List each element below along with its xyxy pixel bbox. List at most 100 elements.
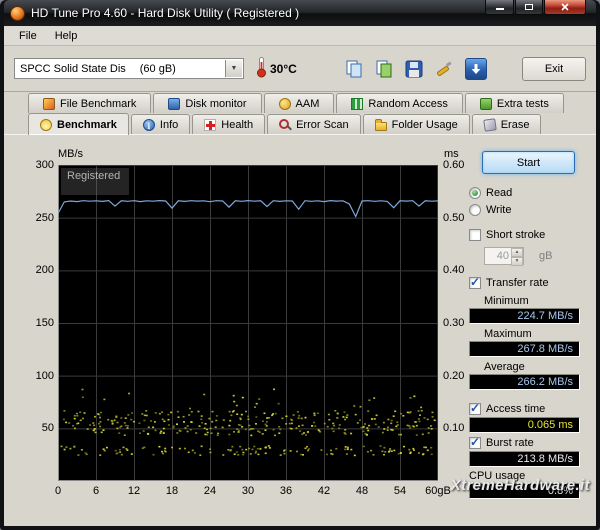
tab-aam[interactable]: AAM xyxy=(263,93,335,113)
radio-unselected-icon xyxy=(469,204,481,216)
tab-label: Disk monitor xyxy=(185,97,247,110)
tab-file-benchmark[interactable]: File Benchmark xyxy=(28,93,152,113)
minimize-button[interactable] xyxy=(485,0,514,15)
x-tick: 24 xyxy=(203,485,217,497)
extra-tests-icon xyxy=(479,97,492,110)
chevron-down-icon[interactable]: ▼ xyxy=(225,60,242,77)
copy-icon xyxy=(346,60,362,77)
x-tick: 54 xyxy=(393,485,407,497)
y-left-tick: 50 xyxy=(41,422,54,435)
temperature-label: 30°C xyxy=(270,61,297,76)
x-tick: 6 xyxy=(92,485,100,497)
y-left-tick: 100 xyxy=(35,369,54,382)
radio-selected-icon xyxy=(469,187,481,199)
read-label: Read xyxy=(486,187,513,199)
copy-image-button[interactable] xyxy=(371,56,397,82)
burst-rate-value: 213.8 MB/s xyxy=(469,451,580,467)
maximum-label: Maximum xyxy=(484,328,532,340)
short-stroke-label: Short stroke xyxy=(486,229,546,241)
benchmark-icon xyxy=(40,118,52,131)
drive-size: (60 gB) xyxy=(139,62,176,75)
disk-monitor-icon xyxy=(168,97,181,110)
window-title: HD Tune Pro 4.60 - Hard Disk Utility ( R… xyxy=(31,6,300,20)
save-button[interactable] xyxy=(401,56,427,82)
access-time-label: Access time xyxy=(486,403,546,415)
hd-tune-app-icon xyxy=(10,5,25,21)
y-left-tick: 150 xyxy=(35,317,54,329)
access-time-checkbox[interactable]: Access time xyxy=(469,401,546,415)
checkbox-checked-icon xyxy=(469,275,481,289)
tab-info[interactable]: Info xyxy=(130,114,191,134)
copy-button[interactable] xyxy=(341,56,367,82)
spin-up-button[interactable]: ▲ xyxy=(511,248,523,257)
checkbox-checked-icon xyxy=(469,401,481,415)
checkbox-unchecked-icon xyxy=(469,229,481,241)
x-tick: 18 xyxy=(165,485,179,497)
health-icon xyxy=(204,118,217,131)
tab-label: Health xyxy=(221,118,254,131)
tab-folder-usage[interactable]: Folder Usage xyxy=(362,114,470,134)
thermometer-icon xyxy=(256,56,267,81)
benchmark-chart: MB/s ms Registered 300 250 200 150 100 50 0.60… xyxy=(8,135,465,526)
read-radio[interactable]: Read xyxy=(469,187,512,199)
y-left-tick: 300 xyxy=(35,159,54,171)
maximize-button[interactable] xyxy=(515,0,543,15)
maximum-value: 267.8 MB/s xyxy=(469,341,580,357)
file-benchmark-icon xyxy=(43,97,55,110)
download-update-button[interactable] xyxy=(464,57,487,80)
tab-random-access[interactable]: Random Access xyxy=(336,93,463,113)
exit-button[interactable]: Exit xyxy=(522,56,586,81)
short-stroke-size-row: ▲▼ gB xyxy=(484,247,552,266)
info-icon xyxy=(142,118,155,132)
tab-label: Erase xyxy=(500,118,530,131)
checkbox-checked-icon xyxy=(469,435,481,449)
menu-file[interactable]: File xyxy=(10,28,46,44)
tools-button[interactable] xyxy=(431,56,457,82)
transfer-rate-checkbox[interactable]: Transfer rate xyxy=(469,275,549,289)
toolbar: SPCC Solid State Dis (60 gB) ▼ 30°C Exit xyxy=(4,46,596,92)
tab-row-primary: Benchmark Info Health Error Scan Folder Usag… xyxy=(4,113,596,135)
short-stroke-value-input[interactable]: ▲▼ xyxy=(484,247,524,266)
x-tick: 48 xyxy=(355,485,369,497)
minimum-value: 224.7 MB/s xyxy=(469,308,580,324)
tab-benchmark[interactable]: Benchmark xyxy=(28,113,129,135)
tab-disk-monitor[interactable]: Disk monitor xyxy=(153,93,262,113)
x-tick: 12 xyxy=(127,485,141,497)
start-button[interactable]: Start xyxy=(482,151,575,174)
tab-label: Benchmark xyxy=(57,118,117,131)
x-tick: 36 xyxy=(279,485,293,497)
short-stroke-checkbox[interactable]: Short stroke xyxy=(469,229,545,241)
titlebar[interactable]: HD Tune Pro 4.60 - Hard Disk Utility ( R… xyxy=(4,0,596,26)
tab-erase[interactable]: Erase xyxy=(471,114,542,134)
random-access-icon xyxy=(351,97,364,110)
drive-select[interactable]: SPCC Solid State Dis (60 gB) ▼ xyxy=(14,58,244,79)
tab-extra-tests[interactable]: Extra tests xyxy=(464,93,564,113)
average-value: 266.2 MB/s xyxy=(469,374,580,390)
y-left-tick: 200 xyxy=(35,264,54,277)
burst-rate-checkbox[interactable]: Burst rate xyxy=(469,435,534,449)
download-arrow-icon xyxy=(471,63,481,74)
tab-label: File Benchmark xyxy=(60,97,137,110)
copy-image-icon xyxy=(376,60,392,77)
x-tick: 60gB xyxy=(425,485,451,497)
x-tick: 42 xyxy=(317,485,331,497)
aam-icon xyxy=(278,97,291,110)
tab-error-scan[interactable]: Error Scan xyxy=(267,114,361,134)
write-radio[interactable]: Write xyxy=(469,204,511,216)
cpu-usage-label: CPU usage xyxy=(469,470,526,482)
average-label: Average xyxy=(484,361,525,373)
menu-help[interactable]: Help xyxy=(46,28,87,44)
close-button[interactable] xyxy=(544,0,586,15)
access-time-value: 0.065 ms xyxy=(469,417,580,433)
tab-row-secondary: File Benchmark Disk monitor AAM Random Acce… xyxy=(4,92,596,113)
transfer-rate-label: Transfer rate xyxy=(486,277,549,289)
spin-down-button[interactable]: ▼ xyxy=(511,257,523,266)
write-label: Write xyxy=(486,204,512,216)
registered-watermark: Registered xyxy=(61,168,130,195)
save-icon xyxy=(405,60,423,77)
x-tick: 0 xyxy=(54,485,62,497)
minimize-icon xyxy=(495,8,504,10)
plot-area: Registered xyxy=(57,165,439,481)
y-left-tick: 250 xyxy=(35,211,54,224)
tab-health[interactable]: Health xyxy=(192,114,266,134)
